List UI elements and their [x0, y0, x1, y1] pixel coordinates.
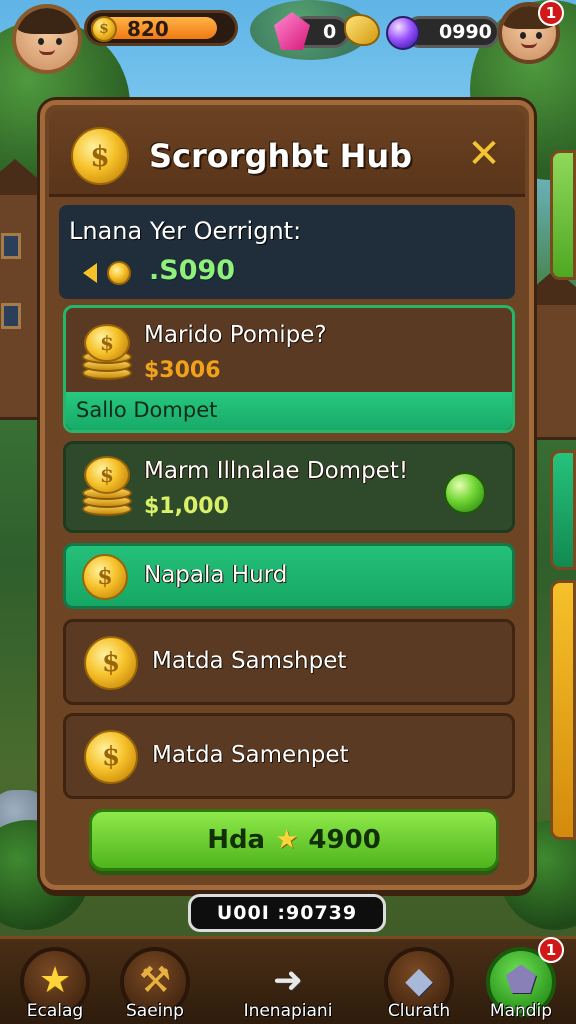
- gold-nugget-icon: [344, 14, 380, 46]
- item-price: $1,000: [144, 494, 229, 519]
- bottom-nav: ★ Ecalag ⚒ Saeinp ➜ Inenapiani ◆ Clurath…: [0, 936, 576, 1024]
- item-name: Matda Samshpet: [152, 648, 347, 674]
- buy-button-value: 4900: [308, 825, 381, 855]
- gold-amount: 820: [127, 17, 169, 41]
- item-sub-label: Sallo Dompet: [76, 398, 218, 422]
- crystal-icon: ◆: [405, 960, 433, 1001]
- item-name: Marido Pomipe?: [144, 322, 327, 348]
- arrow-left-icon: [83, 263, 97, 283]
- side-tab[interactable]: [550, 450, 576, 570]
- green-orb-button[interactable]: [444, 472, 486, 514]
- coin-icon: $: [91, 16, 117, 42]
- balance-value: .S090: [149, 255, 236, 286]
- close-button[interactable]: ✕: [465, 134, 503, 174]
- gem-box-icon: ⬟: [505, 960, 537, 1001]
- player-avatar[interactable]: [12, 4, 82, 74]
- item-price: $3006: [144, 358, 221, 383]
- coin-stack-icon: $: [71, 127, 131, 187]
- star-icon: ★: [38, 960, 72, 1001]
- item-name: Napala Hurd: [144, 562, 288, 588]
- shop-panel: $ Scrorghbt Hub ✕ Lnana Yer Oerrignt: .S…: [40, 100, 534, 890]
- coin-icon: [107, 261, 131, 285]
- top-hud: $ 820 0 0990 1: [0, 0, 576, 100]
- coin-stack-icon: $: [82, 324, 134, 382]
- nav-label: Inenapiani: [243, 1001, 333, 1021]
- nav-label: Ecalag: [26, 1001, 84, 1021]
- gold-counter[interactable]: $ 820: [84, 10, 238, 46]
- nav-label: Saeinp: [126, 1001, 184, 1021]
- side-tab[interactable]: [550, 580, 576, 840]
- buy-button-label: Hda: [207, 825, 266, 855]
- nav-item-ecalag[interactable]: ★ Ecalag: [0, 939, 110, 1024]
- buy-button[interactable]: Hda ★ 4900: [89, 809, 499, 871]
- notification-badge: 1: [538, 0, 564, 26]
- coin-icon: $: [84, 636, 138, 690]
- coin-icon: $: [82, 554, 128, 600]
- nav-item-mandip[interactable]: ⬟ Mandip 1: [466, 937, 576, 1024]
- balance-label: Lnana Yer Oerrignt:: [69, 217, 302, 245]
- shop-item[interactable]: $ Marm Illnalae Dompet! $1,000: [63, 441, 515, 533]
- side-tab[interactable]: [550, 150, 576, 280]
- item-name: Marm Illnalae Dompet!: [144, 458, 409, 484]
- arrow-right-icon: ➜: [272, 960, 304, 1001]
- nav-label: Clurath: [387, 1001, 451, 1021]
- nav-label: Mandip: [489, 1001, 553, 1021]
- balance-area: Lnana Yer Oerrignt: .S090: [59, 205, 515, 299]
- item-name: Matda Samenpet: [152, 742, 349, 768]
- shop-item[interactable]: $ Matda Samshpet: [63, 619, 515, 705]
- coin-icon: $: [84, 730, 138, 784]
- gem-amount: 0: [323, 21, 337, 43]
- close-icon[interactable]: ✕: [467, 131, 501, 177]
- nav-item-saeinp[interactable]: ⚒ Saeinp: [100, 939, 210, 1024]
- nav-item-inenapiani[interactable]: ➜ Inenapiani: [233, 939, 343, 1024]
- coin-stack-icon: $: [82, 456, 134, 518]
- panel-header: $ Scrorghbt Hub ✕: [49, 109, 525, 197]
- notification-badge: 1: [538, 937, 564, 963]
- shop-item[interactable]: $ Matda Samenpet: [63, 713, 515, 799]
- purple-orb-icon: [386, 16, 420, 50]
- shop-item[interactable]: $ Napala Hurd: [63, 543, 515, 609]
- timer-display: U00I :90739: [188, 894, 386, 932]
- shop-item[interactable]: $ Marido Pomipe? $3006 Sallo Dompet: [63, 305, 515, 433]
- orb-amount: 0990: [439, 21, 492, 43]
- nav-item-clurath[interactable]: ◆ Clurath: [364, 939, 474, 1024]
- item-sub-bar: Sallo Dompet: [66, 392, 512, 430]
- panel-title: Scrorghbt Hub: [149, 137, 413, 175]
- hammer-icon: ⚒: [138, 960, 172, 1001]
- star-icon: ★: [275, 825, 299, 855]
